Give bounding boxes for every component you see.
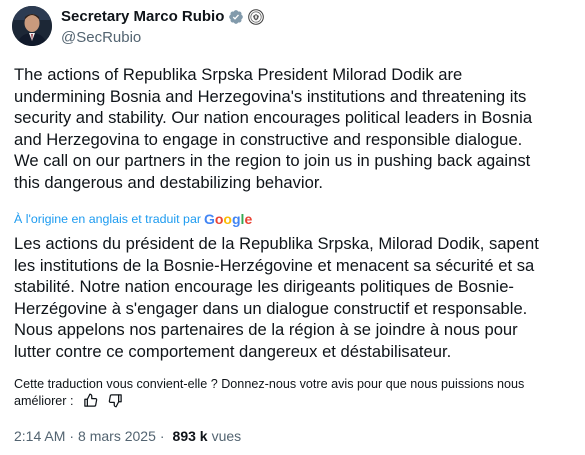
translation-attribution-label: À l'origine en anglais et traduit par bbox=[14, 212, 201, 226]
tweet-header: Secretary Marco Rubio @SecRubio bbox=[12, 4, 265, 48]
author-display-name[interactable]: Secretary Marco Rubio bbox=[61, 8, 224, 25]
meta-separator: · bbox=[69, 428, 75, 444]
avatar-portrait-icon bbox=[12, 6, 52, 46]
google-logo: Google bbox=[203, 211, 253, 227]
tweet-date[interactable]: 8 mars 2025 bbox=[78, 428, 156, 444]
meta-separator: · bbox=[159, 428, 165, 444]
tweet-text: The actions of Republika Srpska Presiden… bbox=[14, 65, 533, 192]
tweet-time[interactable]: 2:14 AM bbox=[14, 428, 65, 444]
translation-feedback: Cette traduction vous convient-elle ? Do… bbox=[14, 376, 579, 410]
views-label: vues bbox=[211, 428, 242, 444]
thumbs-up-icon[interactable] bbox=[83, 393, 98, 408]
author-handle[interactable]: @SecRubio bbox=[61, 29, 264, 46]
thumbs-down-icon[interactable] bbox=[108, 393, 123, 408]
tweet-translation: Les actions du président de la Republika… bbox=[14, 234, 539, 361]
verified-badge-icon bbox=[228, 9, 244, 25]
government-seal-icon bbox=[248, 8, 265, 25]
avatar[interactable] bbox=[12, 6, 52, 46]
translation-attribution[interactable]: À l'origine en anglais et traduit par Go… bbox=[14, 211, 252, 227]
views-count[interactable]: 893 k bbox=[173, 428, 208, 444]
tweet-meta: 2:14 AM · 8 mars 2025 · 893 k vues bbox=[14, 428, 241, 444]
